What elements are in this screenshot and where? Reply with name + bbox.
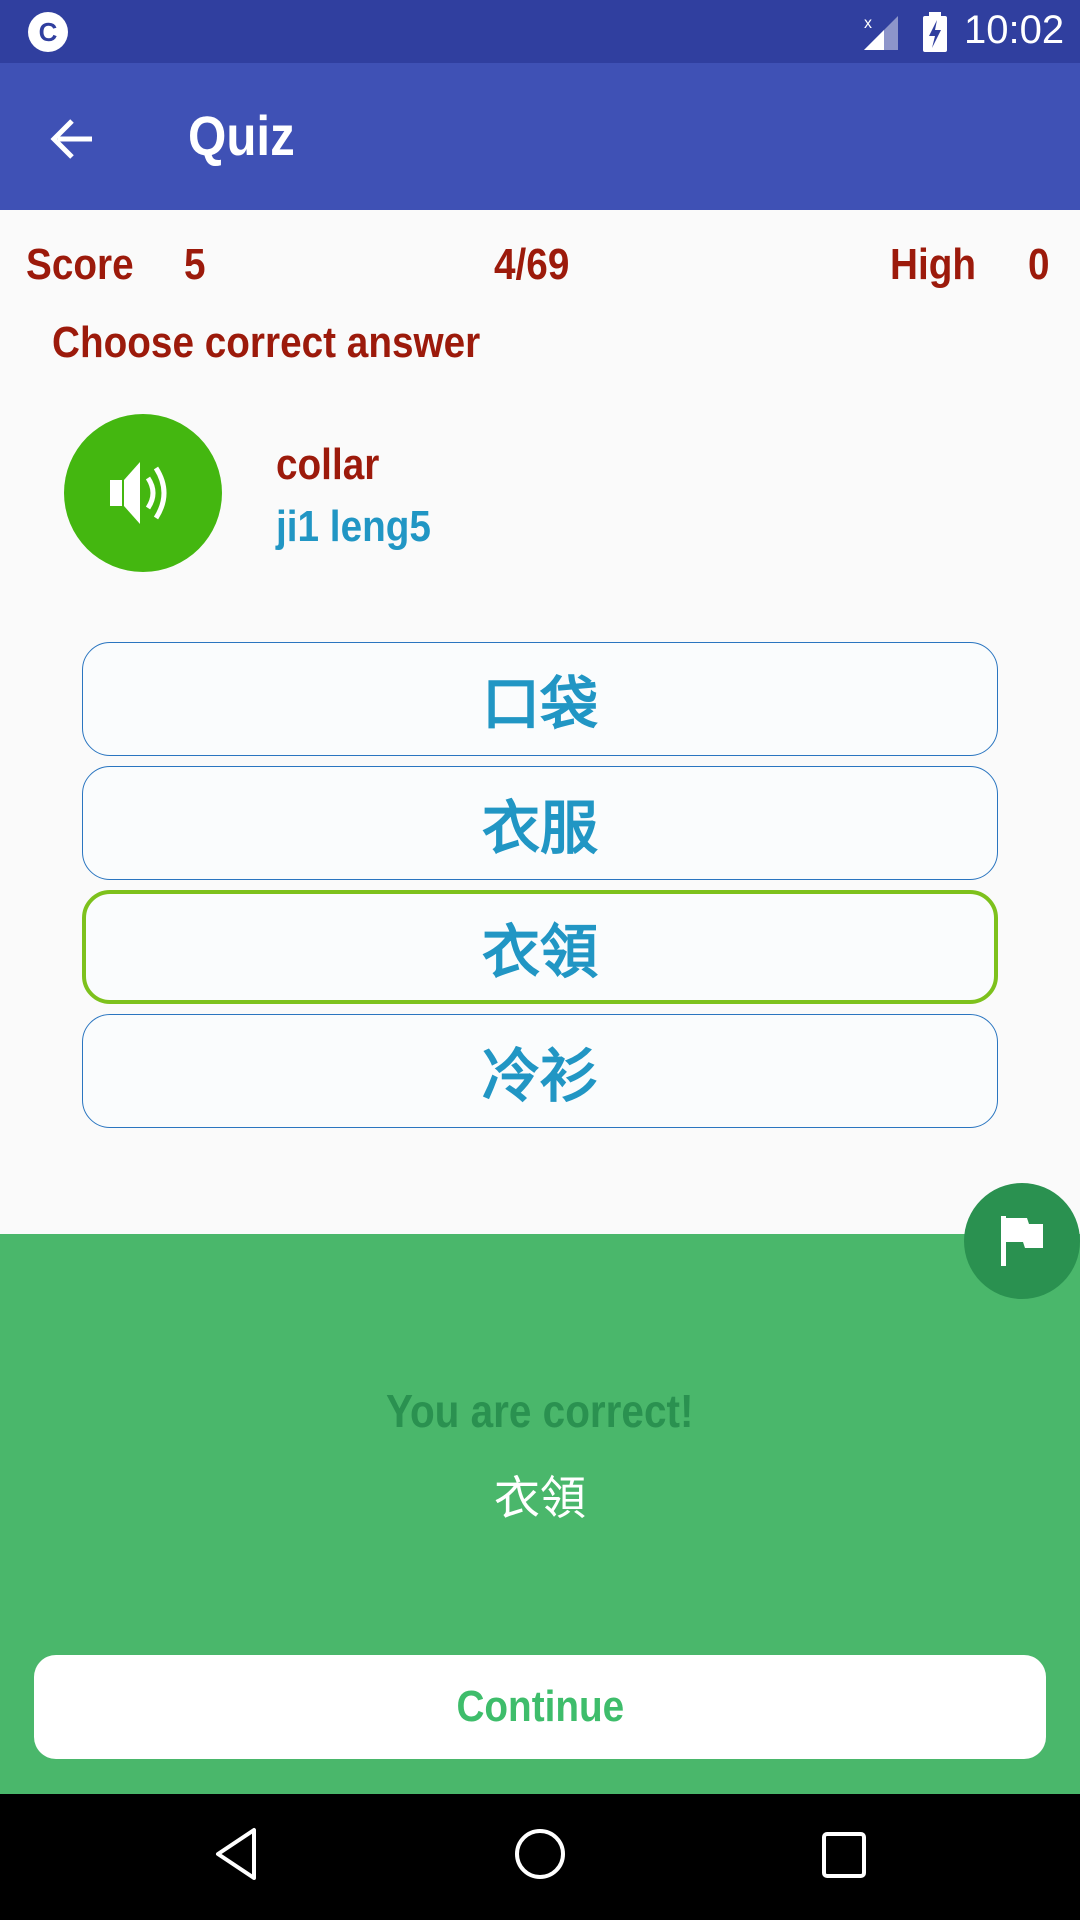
score-row: Score 5 4/69 High 0 xyxy=(0,240,1080,300)
nav-recents-icon[interactable] xyxy=(816,1824,872,1884)
answer-option-4[interactable]: 冷衫 xyxy=(82,1014,998,1128)
signal-no-data-icon: x xyxy=(864,15,898,50)
answer-option-1[interactable]: 口袋 xyxy=(82,642,998,756)
continue-label: Continue xyxy=(456,1682,624,1731)
high-score-value: 0 xyxy=(1028,240,1050,289)
arrow-back-icon[interactable] xyxy=(44,105,108,169)
answer-options: 口袋 衣服 衣領 冷衫 xyxy=(82,642,998,1138)
app-c-icon: C xyxy=(28,12,68,52)
answer-option-2[interactable]: 衣服 xyxy=(82,766,998,880)
svg-text:x: x xyxy=(864,15,872,32)
answer-option-3-selected[interactable]: 衣領 xyxy=(82,890,998,1004)
question-progress: 4/69 xyxy=(494,240,570,289)
app-bar: Quiz xyxy=(0,63,1080,210)
report-flag-button[interactable] xyxy=(964,1183,1080,1299)
continue-button[interactable]: Continue xyxy=(34,1655,1046,1759)
question-word: collar xyxy=(276,440,380,489)
status-bar: C x 10:02 xyxy=(0,0,1080,63)
result-message-text: You are correct! xyxy=(386,1385,694,1437)
result-message: You are correct! xyxy=(0,1384,1080,1438)
correct-answer: 衣領 xyxy=(494,1472,586,1524)
page-title: Quiz xyxy=(188,104,295,167)
play-audio-button[interactable] xyxy=(64,414,222,572)
battery-charging-icon xyxy=(923,12,947,52)
score-label: Score xyxy=(26,240,134,289)
question-pinyin: ji1 leng5 xyxy=(276,502,431,551)
volume-up-icon xyxy=(110,462,167,524)
question-prompt: Choose correct answer xyxy=(52,318,481,367)
nav-home-icon[interactable] xyxy=(510,1824,570,1884)
high-score-label: High xyxy=(890,240,977,289)
nav-back-icon[interactable] xyxy=(210,1824,262,1884)
flag-icon xyxy=(1001,1216,1043,1266)
clock: 10:02 xyxy=(964,8,1065,52)
score-value: 5 xyxy=(184,240,206,289)
system-nav-bar xyxy=(0,1794,1080,1920)
